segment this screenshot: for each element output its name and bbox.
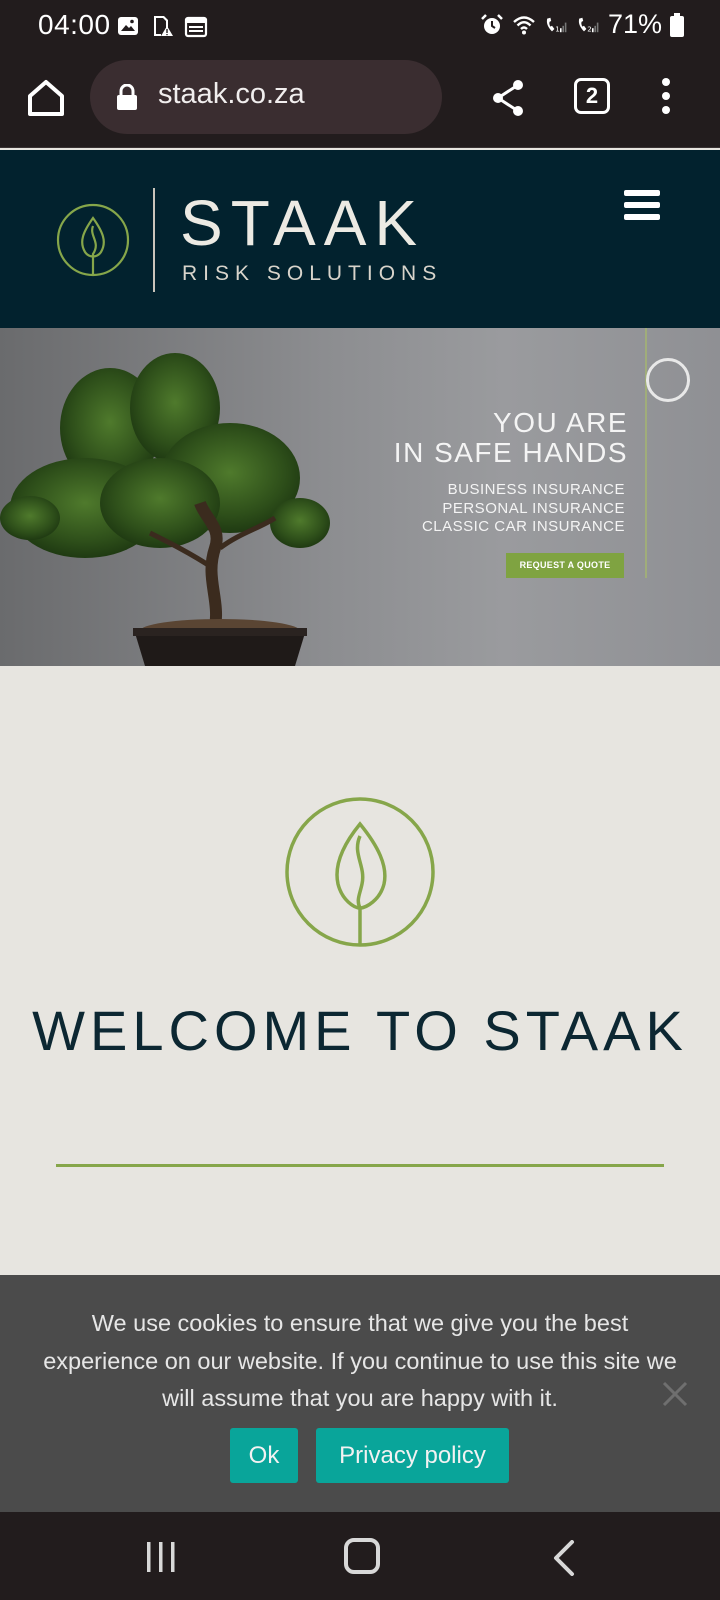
close-icon[interactable] — [662, 1381, 688, 1407]
brand-name[interactable]: STAAK — [180, 186, 425, 260]
lock-icon — [117, 84, 137, 110]
hero-headline-line1: YOU ARE — [493, 407, 628, 438]
site-header: STAAK RISK SOLUTIONS — [0, 150, 720, 328]
calendar-icon — [184, 16, 208, 38]
hamburger-menu-icon[interactable] — [624, 190, 660, 224]
image-icon — [118, 17, 138, 35]
address-bar[interactable]: staak.co.za — [90, 60, 442, 134]
svg-text:1: 1 — [555, 24, 560, 33]
url-text: staak.co.za — [158, 78, 305, 110]
system-nav-bar — [0, 1512, 720, 1600]
hero-headline: YOU ARE IN SAFE HANDS — [394, 408, 628, 468]
sim-alert-icon — [154, 16, 173, 36]
status-time: 04:00 — [38, 9, 111, 40]
service-business: BUSINESS INSURANCE — [447, 481, 625, 498]
wifi-icon — [513, 15, 535, 34]
back-icon[interactable] — [552, 1540, 576, 1576]
status-right: 1 2 71% — [480, 9, 684, 40]
battery-icon — [670, 12, 684, 37]
hero-divider-line — [645, 328, 647, 578]
share-icon[interactable] — [490, 78, 526, 118]
brand-tagline: RISK SOLUTIONS — [182, 262, 443, 285]
battery-percent: 71% — [607, 9, 662, 39]
recent-apps-icon[interactable] — [144, 1540, 178, 1574]
tab-switcher-button[interactable]: 2 — [574, 78, 610, 114]
cookie-ok-button[interactable]: Ok — [230, 1428, 298, 1483]
hero-headline-line2: IN SAFE HANDS — [393, 437, 628, 468]
browser-toolbar: staak.co.za 2 — [0, 52, 720, 148]
cookie-message: We use cookies to ensure that we give yo… — [43, 1310, 677, 1411]
home-nav-icon[interactable] — [344, 1538, 380, 1574]
service-personal: PERSONAL INSURANCE — [442, 499, 625, 517]
slider-indicator-icon[interactable] — [646, 358, 690, 402]
privacy-policy-button[interactable]: Privacy policy — [316, 1428, 509, 1483]
more-options-icon[interactable] — [654, 76, 678, 116]
leaf-emblem-icon — [285, 797, 435, 947]
status-left-icons — [116, 14, 208, 38]
request-quote-button[interactable]: REQUEST A QUOTE — [506, 553, 624, 578]
hero-banner: YOU ARE IN SAFE HANDS BUSINESS INSURANCE… — [0, 328, 720, 666]
cookie-banner: We use cookies to ensure that we give yo… — [0, 1275, 720, 1512]
wifi-call-2-icon: 2 — [578, 17, 599, 33]
status-bar: 04:00 1 2 71% — [0, 0, 720, 52]
svg-text:2: 2 — [587, 24, 592, 33]
home-icon[interactable] — [24, 76, 68, 120]
welcome-divider — [56, 1164, 664, 1167]
wifi-call-1-icon: 1 — [546, 17, 567, 33]
bonsai-tree-image — [0, 353, 330, 666]
welcome-title: WELCOME TO STAAK — [32, 999, 688, 1062]
leaf-logo-icon[interactable] — [55, 202, 131, 278]
logo-divider — [153, 188, 155, 292]
hero-services-list: BUSINESS INSURANCE PERSONAL INSURANCE CL… — [422, 481, 625, 537]
service-classic-car: CLASSIC CAR INSURANCE — [421, 518, 625, 535]
alarm-icon — [481, 13, 503, 34]
